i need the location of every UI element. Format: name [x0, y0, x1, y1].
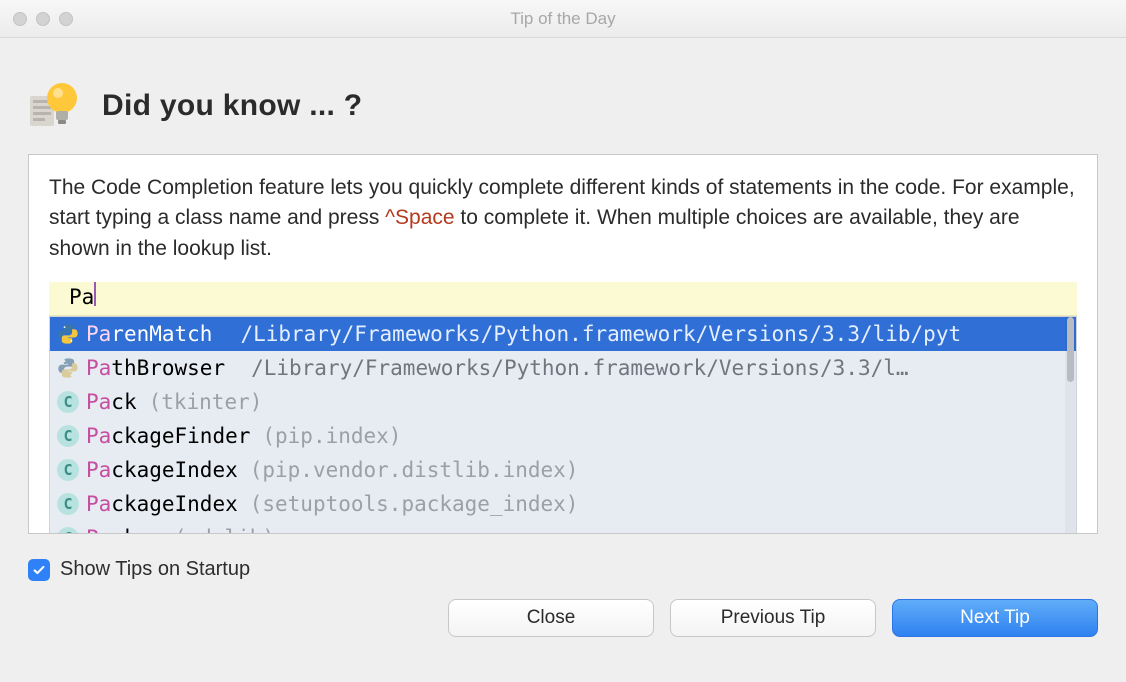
completion-path: /Library/Frameworks/Python.framework/Ver…: [240, 322, 961, 346]
window-titlebar: Tip of the Day: [0, 0, 1126, 38]
completion-path: /Library/Frameworks/Python.framework/Ver…: [251, 356, 908, 380]
completion-item[interactable]: C Packer (xdrlib): [50, 521, 1076, 534]
tip-heading: Did you know ... ?: [102, 89, 362, 123]
completion-item[interactable]: PathBrowser /Library/Frameworks/Python.f…: [50, 351, 1076, 385]
completion-match: Pa: [86, 492, 111, 516]
close-button[interactable]: Close: [448, 599, 654, 637]
tip-text: The Code Completion feature lets you qui…: [49, 173, 1077, 264]
minimize-dot-icon[interactable]: [36, 12, 50, 26]
completion-item[interactable]: C PackageIndex (setuptools.package_index…: [50, 487, 1076, 521]
example-editor: Pa ParenMatch /Library/Frameworks/Python…: [49, 282, 1077, 534]
completion-rest: ck: [111, 390, 136, 414]
checkbox-checked-icon: [28, 559, 50, 581]
class-icon: C: [56, 390, 80, 414]
completion-item[interactable]: C PackageFinder (pip.index): [50, 419, 1076, 453]
completion-meta: (tkinter): [149, 390, 263, 414]
button-row: Close Previous Tip Next Tip: [28, 599, 1098, 637]
completion-popup: ParenMatch /Library/Frameworks/Python.fr…: [49, 316, 1077, 534]
scrollbar-thumb[interactable]: [1067, 317, 1074, 382]
completion-match: Pa: [86, 526, 111, 534]
completion-match: Pa: [86, 322, 111, 346]
python-icon: [56, 322, 80, 346]
completion-match: Pa: [86, 390, 111, 414]
completion-rest: ckageIndex: [111, 458, 237, 482]
completion-meta: (pip.vendor.distlib.index): [250, 458, 579, 482]
caret-icon: [94, 282, 96, 306]
zoom-dot-icon[interactable]: [59, 12, 73, 26]
content-area: Did you know ... ? The Code Completion f…: [0, 38, 1126, 544]
show-tips-label: Show Tips on Startup: [60, 558, 250, 581]
class-icon: C: [56, 458, 80, 482]
completion-match: Pa: [86, 356, 111, 380]
show-tips-checkbox[interactable]: Show Tips on Startup: [28, 558, 1098, 581]
window-title: Tip of the Day: [0, 9, 1126, 29]
window-traffic-lights: [13, 12, 73, 26]
completion-match: Pa: [86, 424, 111, 448]
python-icon: [56, 356, 80, 380]
completion-rest: cker: [111, 526, 162, 534]
completion-scrollbar[interactable]: [1065, 317, 1076, 534]
previous-tip-button[interactable]: Previous Tip: [670, 599, 876, 637]
close-dot-icon[interactable]: [13, 12, 27, 26]
editor-line: Pa: [49, 282, 1077, 316]
next-tip-button[interactable]: Next Tip: [892, 599, 1098, 637]
completion-match: Pa: [86, 458, 111, 482]
completion-meta: (setuptools.package_index): [250, 492, 579, 516]
heading-row: Did you know ... ?: [28, 78, 1098, 134]
tip-panel: The Code Completion feature lets you qui…: [28, 154, 1098, 534]
completion-meta: (xdrlib): [174, 526, 275, 534]
class-icon: C: [56, 492, 80, 516]
completion-rest: ckageIndex: [111, 492, 237, 516]
completion-item[interactable]: C Pack (tkinter): [50, 385, 1076, 419]
lightbulb-icon: [28, 78, 84, 134]
class-icon: C: [56, 424, 80, 448]
tip-shortcut: ^Space: [385, 206, 454, 229]
completion-rest: renMatch: [111, 322, 212, 346]
completion-item[interactable]: C PackageIndex (pip.vendor.distlib.index…: [50, 453, 1076, 487]
completion-rest: ckageFinder: [111, 424, 250, 448]
bottom-bar: Show Tips on Startup Close Previous Tip …: [0, 544, 1126, 653]
class-icon: C: [56, 526, 80, 534]
editor-typed-text: Pa: [69, 282, 94, 309]
completion-meta: (pip.index): [262, 424, 401, 448]
completion-item[interactable]: ParenMatch /Library/Frameworks/Python.fr…: [50, 317, 1076, 351]
completion-rest: thBrowser: [111, 356, 225, 380]
